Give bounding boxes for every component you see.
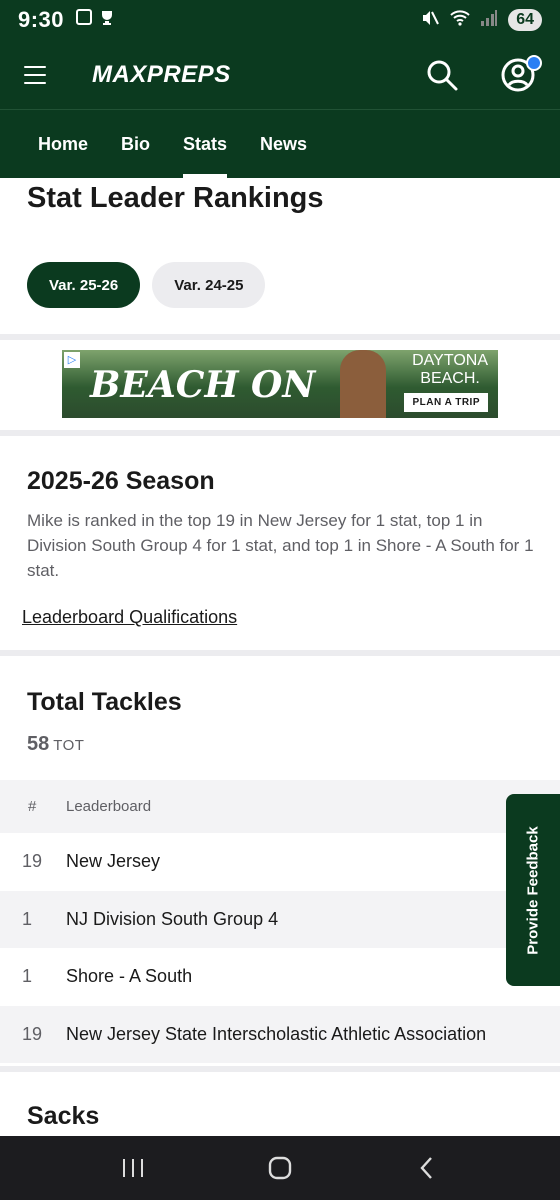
season-selector: Var. 25-26 Var. 24-25	[27, 262, 266, 308]
recent-apps-icon[interactable]	[113, 1148, 153, 1188]
table-header-rank: #	[28, 798, 37, 815]
table-row[interactable]: 1 Shore - A South	[0, 948, 560, 1006]
stat-value: 58 TOT	[27, 733, 84, 756]
mute-icon	[420, 8, 440, 33]
ad-brand-line1: DAYTONA	[412, 352, 488, 369]
table-row[interactable]: 1 NJ Division South Group 4	[0, 890, 560, 948]
notification-dot	[526, 54, 542, 71]
ad-brand: DAYTONA BEACH.	[412, 352, 488, 388]
tab-home[interactable]: Home	[38, 110, 88, 178]
back-icon[interactable]	[407, 1148, 447, 1188]
table-row[interactable]: 19 New Jersey State Interscholastic Athl…	[0, 1005, 560, 1063]
status-time: 9:30	[18, 7, 65, 32]
provide-feedback-button[interactable]: Provide Feedback	[506, 794, 560, 986]
stat-value-number: 58	[27, 733, 50, 755]
menu-icon[interactable]	[24, 65, 46, 84]
rank-cell: 19	[22, 851, 43, 872]
leaderboard-cell: New Jersey State Interscholastic Athleti…	[66, 1023, 487, 1044]
screen-record-icon	[76, 8, 93, 25]
maxpreps-logo[interactable]: MAXPREPS	[92, 61, 231, 89]
tab-bio[interactable]: Bio	[121, 110, 150, 178]
stat-title: Total Tackles	[27, 688, 182, 716]
tab-news[interactable]: News	[260, 110, 307, 178]
ad-headline: BEACH ON	[90, 364, 316, 406]
next-stat-title: Sacks	[27, 1102, 100, 1130]
ad-info-icon[interactable]: ▷	[64, 352, 80, 368]
status-icons-left	[76, 8, 116, 32]
section-divider	[0, 650, 560, 656]
wifi-icon	[450, 9, 470, 32]
search-icon[interactable]	[424, 57, 460, 93]
profile-tabs: Home Bio Stats News	[0, 110, 560, 178]
status-right: 64	[420, 8, 542, 33]
ad-cta-button[interactable]: PLAN A TRIP	[404, 393, 488, 412]
table-header-leaderboard: Leaderboard	[66, 798, 152, 815]
season-chip-24-25[interactable]: Var. 24-25	[152, 262, 266, 308]
season-summary-title: 2025-26 Season	[27, 467, 215, 495]
home-icon[interactable]	[260, 1148, 300, 1188]
signal-icon	[480, 9, 498, 32]
leaderboard-table: # Leaderboard 19 New Jersey 1 NJ Divisio…	[0, 780, 560, 1063]
trophy-icon	[98, 9, 116, 32]
app-bar: MAXPREPS	[0, 40, 560, 110]
section-divider	[0, 334, 560, 340]
page-title: Stat Leader Rankings	[27, 182, 324, 214]
rank-cell: 1	[22, 908, 33, 929]
table-header-row: # Leaderboard	[0, 780, 560, 833]
leaderboard-cell: Shore - A South	[66, 966, 193, 987]
ad-person-image	[340, 350, 386, 418]
leaderboard-qualifications-link[interactable]: Leaderboard Qualifications	[22, 607, 237, 628]
status-bar: 9:30 64	[0, 0, 560, 40]
season-chip-25-26[interactable]: Var. 25-26	[27, 262, 141, 308]
leaderboard-cell: NJ Division South Group 4	[66, 908, 279, 929]
rank-cell: 1	[22, 966, 33, 987]
tab-stats[interactable]: Stats	[183, 110, 228, 178]
system-nav-bar	[0, 1136, 560, 1200]
table-row[interactable]: 19 New Jersey	[0, 833, 560, 891]
ad-banner[interactable]: ▷ BEACH ON DAYTONA BEACH. PLAN A TRIP	[62, 350, 498, 418]
section-divider	[0, 1066, 560, 1072]
account-icon[interactable]	[500, 54, 542, 93]
stat-value-unit: TOT	[53, 737, 85, 754]
season-summary-description: Mike is ranked in the top 19 in New Jers…	[27, 511, 534, 580]
main-content[interactable]: Stat Leader Rankings Var. 25-26 Var. 24-…	[0, 178, 560, 1136]
app-bar-actions	[424, 54, 542, 93]
section-divider	[0, 430, 560, 436]
leaderboard-cell: New Jersey	[66, 851, 161, 872]
battery-indicator: 64	[508, 9, 542, 31]
ad-brand-line2: BEACH.	[420, 370, 480, 387]
rank-cell: 19	[22, 1023, 43, 1044]
feedback-label: Provide Feedback	[524, 825, 542, 955]
